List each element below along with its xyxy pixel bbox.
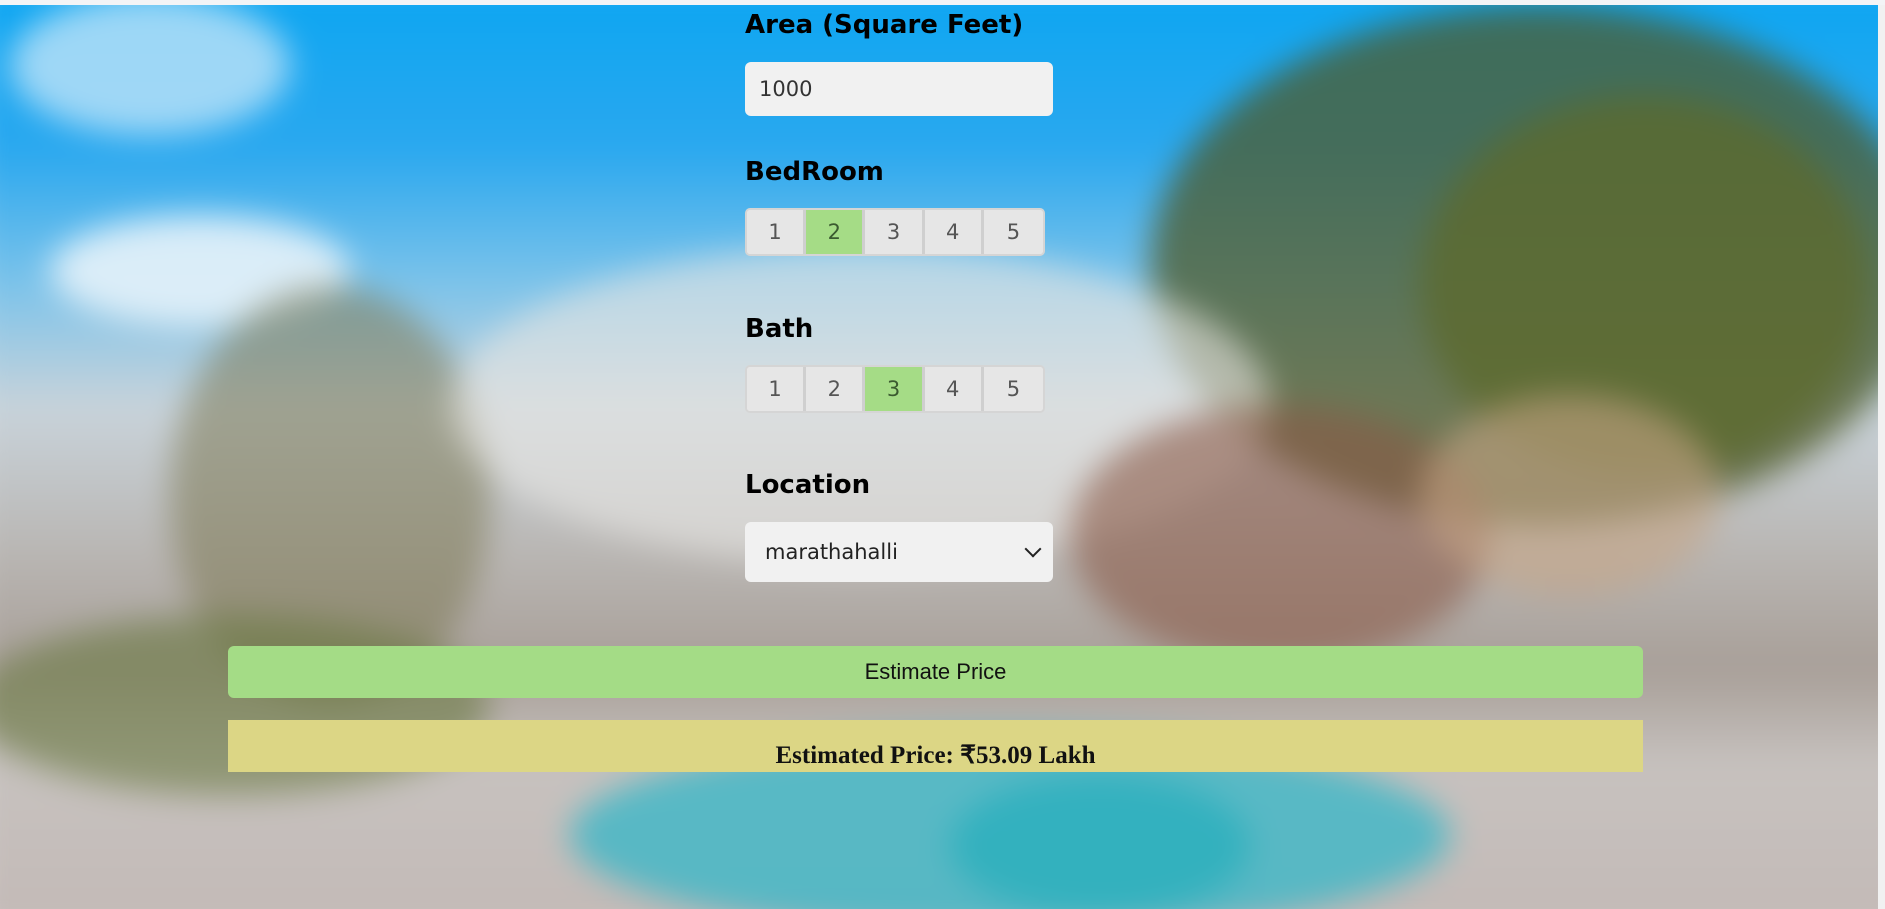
chevron-down-icon (1024, 540, 1042, 558)
result-panel: Estimated Price: ₹53.09 Lakh (228, 720, 1643, 772)
bath-option-4[interactable]: 4 (924, 367, 984, 411)
bath-option-5[interactable]: 5 (983, 367, 1043, 411)
location-selected-value: marathahalli (765, 540, 898, 564)
bedroom-option-2[interactable]: 2 (806, 210, 866, 254)
bath-option-2[interactable]: 2 (806, 367, 866, 411)
scrollbar[interactable] (1878, 5, 1885, 909)
area-label: Area (Square Feet) (745, 10, 1024, 40)
bath-label: Bath (745, 314, 814, 344)
bath-selector: 12345 (745, 365, 1045, 413)
background-photo (0, 5, 1885, 909)
bath-option-3[interactable]: 3 (865, 367, 925, 411)
bedroom-label: BedRoom (745, 157, 884, 187)
bedroom-option-1[interactable]: 1 (747, 210, 807, 254)
location-select[interactable]: marathahalli (745, 522, 1053, 582)
bedroom-selector: 12345 (745, 208, 1045, 256)
estimated-price-text: Estimated Price: ₹53.09 Lakh (775, 742, 1096, 769)
location-label: Location (745, 470, 871, 500)
window-top-edge (0, 0, 1885, 5)
bedroom-option-3[interactable]: 3 (865, 210, 925, 254)
bedroom-option-5[interactable]: 5 (983, 210, 1043, 254)
bedroom-option-4[interactable]: 4 (924, 210, 984, 254)
bath-option-1[interactable]: 1 (747, 367, 807, 411)
area-input[interactable] (745, 62, 1053, 116)
estimate-price-button[interactable]: Estimate Price (228, 646, 1643, 698)
